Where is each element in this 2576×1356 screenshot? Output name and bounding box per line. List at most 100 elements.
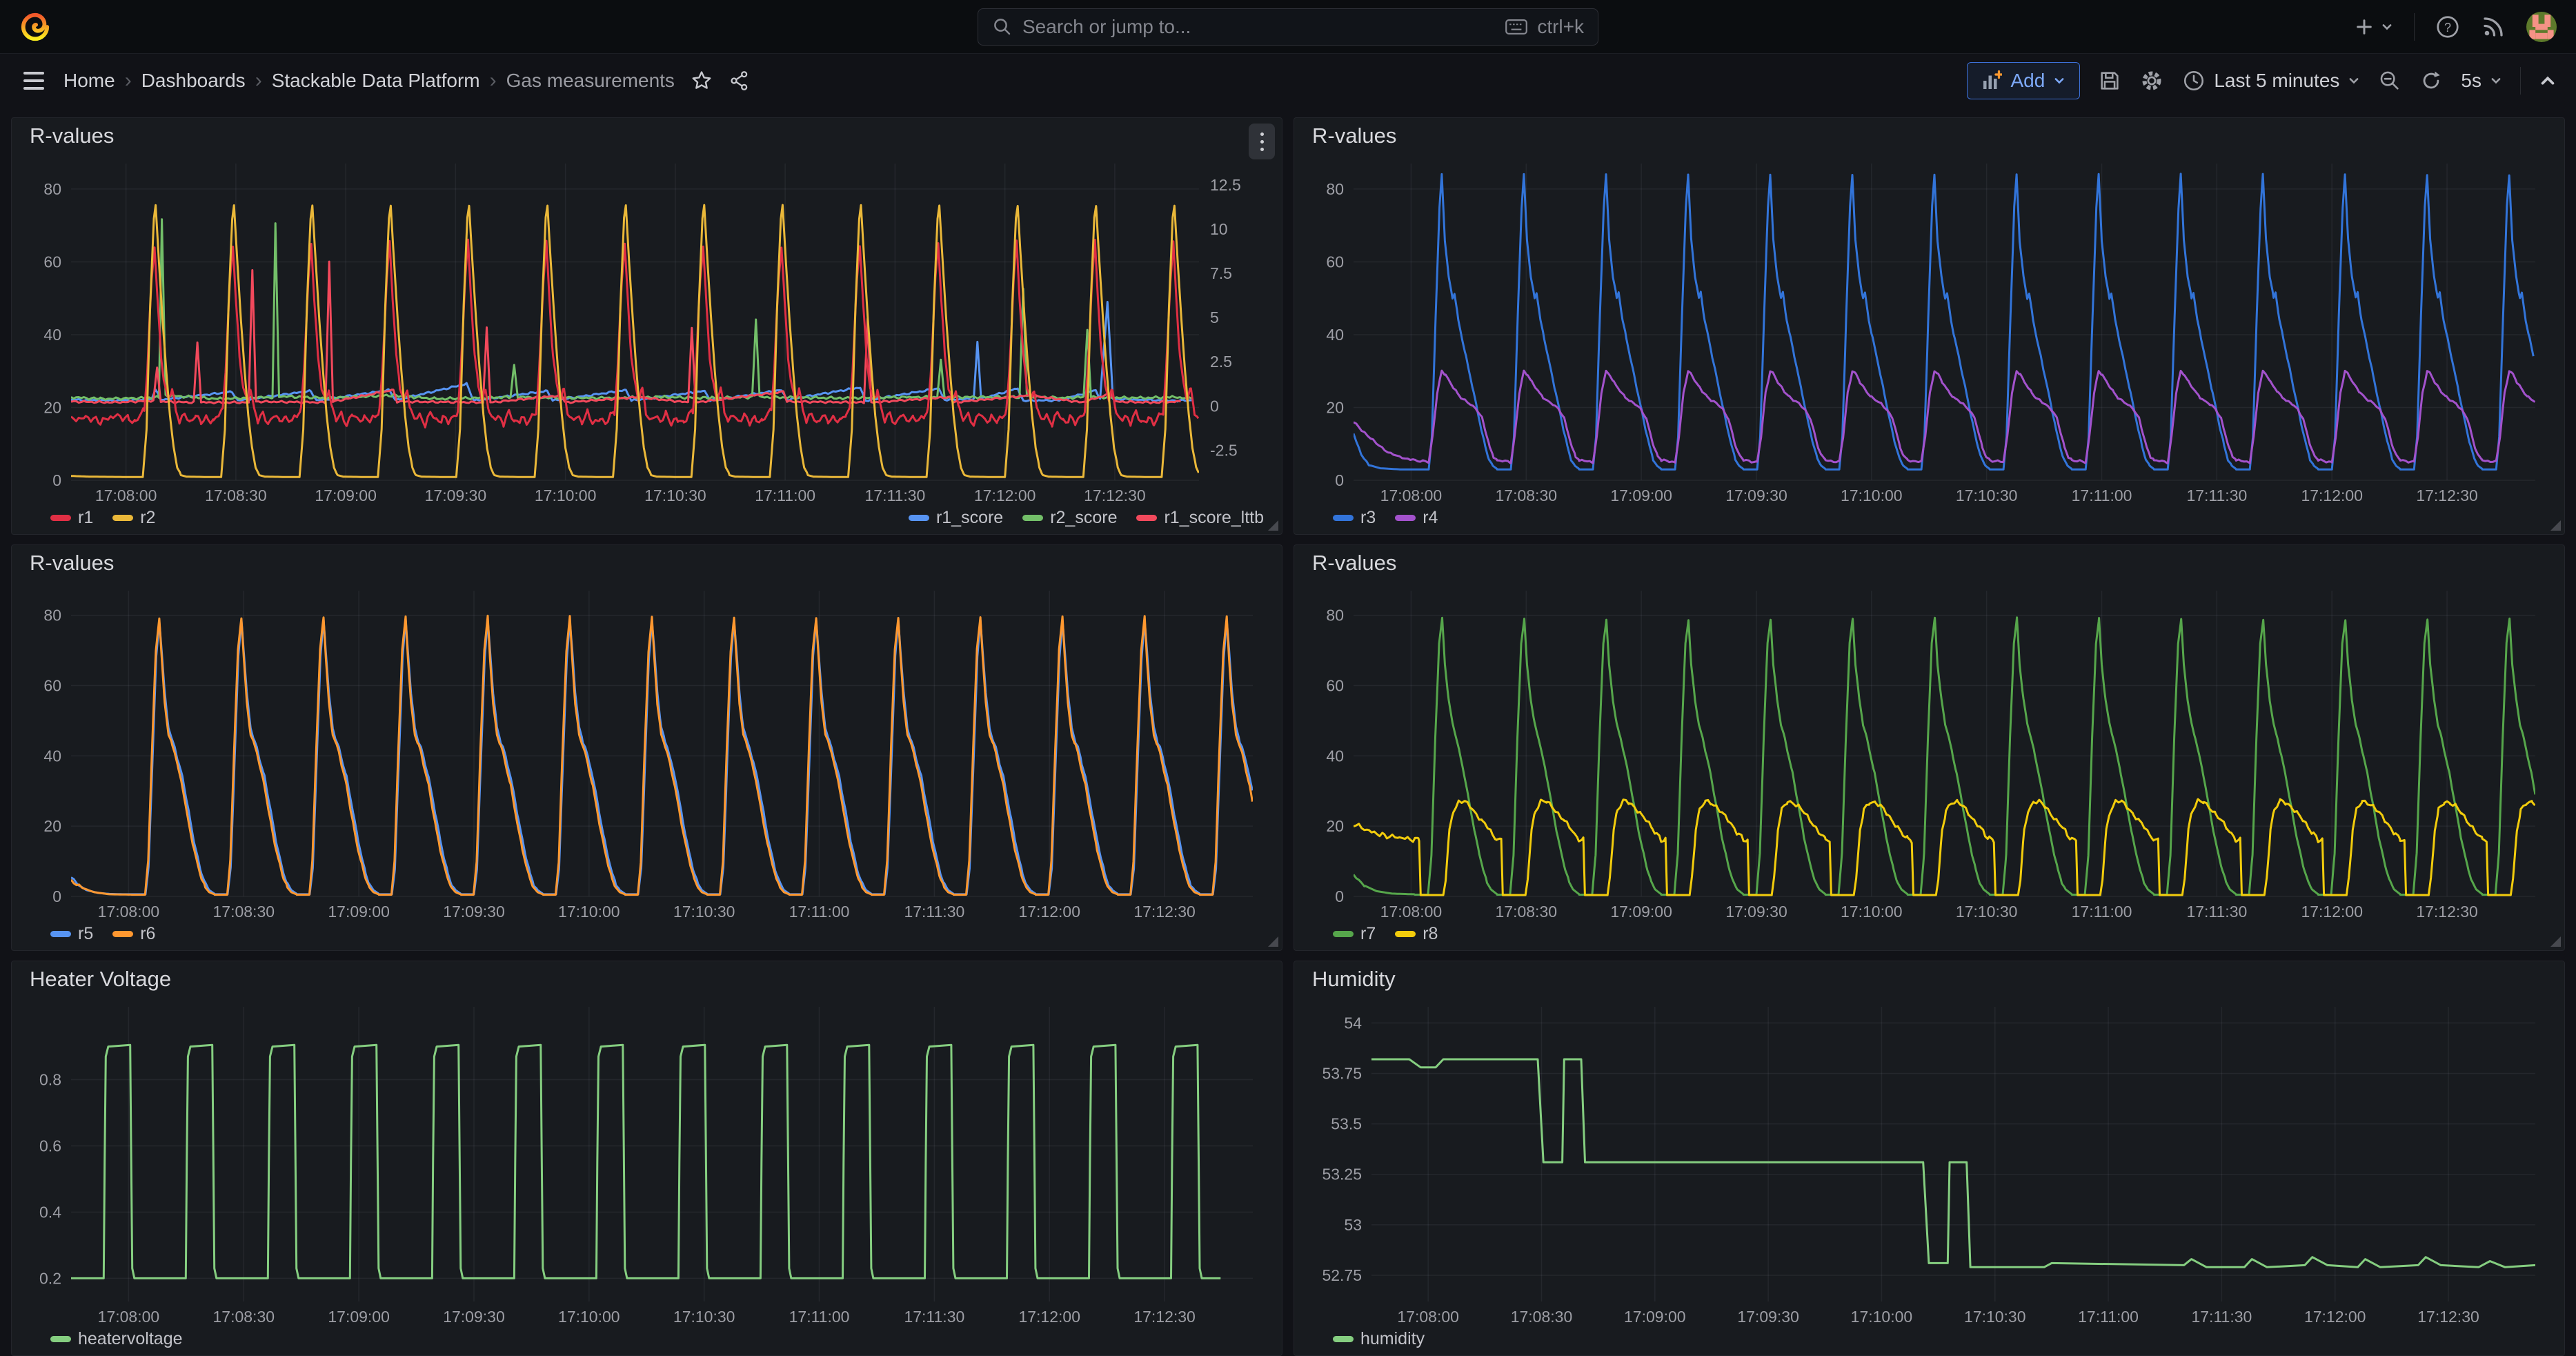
panel-heater-voltage: Heater Voltage17:08:0017:08:3017:09:0017… [11,961,1282,1356]
legend: heatervoltage [23,1328,1271,1355]
legend-item-r4[interactable]: r4 [1395,508,1438,528]
panel-title-humidity[interactable]: Humidity [1312,967,1396,992]
chart-svg: 17:08:0017:08:3017:09:0017:09:3017:10:00… [23,154,1271,507]
x-axis-tick: 17:10:30 [644,487,706,504]
x-axis-tick: 17:10:30 [1956,487,2018,504]
y2-axis-tick: 2.5 [1210,353,1232,371]
x-axis-tick: 17:09:00 [1624,1308,1686,1326]
chart-r-values-3[interactable]: 17:08:0017:08:3017:09:0017:09:3017:10:00… [23,581,1271,923]
x-axis-tick: 17:10:30 [673,1308,735,1326]
new-button[interactable] [2353,16,2393,38]
x-axis-tick: 17:11:00 [755,487,815,504]
series-line-r6 [71,616,1252,894]
chart-r-values-1[interactable]: 17:08:0017:08:3017:09:0017:09:3017:10:00… [23,154,1271,507]
x-axis-tick: 17:12:00 [2304,1308,2366,1326]
x-axis-tick: 17:08:30 [1496,487,1558,504]
chevron-up-icon [2539,72,2557,90]
panel-title-r-values-4[interactable]: R-values [1312,551,1396,576]
chart-r-values-2[interactable]: 17:08:0017:08:3017:09:0017:09:3017:10:00… [1305,154,2553,507]
panel-title-r-values-1[interactable]: R-values [30,124,114,148]
news-button[interactable] [2481,14,2506,39]
legend: r3 r4 [1305,507,2553,534]
legend-item-r2[interactable]: r2 [112,508,155,528]
legend-swatch [112,515,133,521]
collapse-toolbar-button[interactable] [2539,72,2557,90]
legend-label: r6 [140,924,155,944]
legend-group-left: r5 r6 [50,924,155,944]
add-panel-button[interactable]: Add [1967,62,2080,99]
legend-label: r5 [78,924,93,944]
refresh-button[interactable] [2419,69,2443,92]
zoom-out-button[interactable] [2378,69,2401,92]
x-axis-tick: 17:12:00 [2301,487,2363,504]
legend-item-r2_score[interactable]: r2_score [1022,508,1117,528]
x-axis-tick: 17:09:30 [443,1308,505,1326]
legend-item-humidity[interactable]: humidity [1333,1329,1425,1349]
breadcrumb: Home › Dashboards › Stackable Data Platf… [63,69,675,92]
legend-swatch [909,515,929,521]
panel-menu-button[interactable] [1249,124,1275,159]
legend-label: r2 [140,508,155,528]
x-axis-tick: 17:10:30 [673,903,735,921]
x-axis-tick: 17:11:00 [2072,487,2132,504]
dashboard-settings-button[interactable] [2139,68,2164,93]
legend-item-r7[interactable]: r7 [1333,924,1376,944]
chart-humidity[interactable]: 17:08:0017:08:3017:09:0017:09:3017:10:00… [1305,997,2553,1328]
grafana-logo[interactable] [19,11,51,43]
legend-item-r6[interactable]: r6 [112,924,155,944]
x-axis-tick: 17:10:00 [535,487,597,504]
y-axis-tick: 40 [1326,326,1344,344]
refresh-interval-picker[interactable]: 5s [2461,70,2502,92]
y-axis-tick: 53.75 [1322,1065,1362,1083]
y-axis-tick: 20 [43,398,61,416]
favorite-button[interactable] [690,69,713,92]
x-axis-tick: 17:12:00 [1018,1308,1080,1326]
panel-title-r-values-2[interactable]: R-values [1312,124,1396,148]
legend-item-r1[interactable]: r1 [50,508,93,528]
legend-item-r1_score[interactable]: r1_score [909,508,1003,528]
menu-button[interactable] [19,68,48,94]
legend-item-r1_score_lttb[interactable]: r1_score_lttb [1136,508,1264,528]
x-axis-tick: 17:09:00 [1610,903,1672,921]
chevron-down-icon [2490,75,2502,87]
x-axis-tick: 17:10:30 [1956,903,2018,921]
y2-axis-tick: 12.5 [1210,176,1241,194]
legend-item-r8[interactable]: r8 [1395,924,1438,944]
legend-item-r3[interactable]: r3 [1333,508,1376,528]
save-dashboard-button[interactable] [2098,69,2121,92]
search-input[interactable]: Search or jump to... ctrl+k [978,8,1598,46]
panel-r-values-4: R-values17:08:0017:08:3017:09:0017:09:30… [1294,544,2565,951]
x-axis-tick: 17:08:30 [1496,903,1558,921]
breadcrumb-home[interactable]: Home [63,70,115,92]
x-axis-tick: 17:08:00 [1380,903,1443,921]
time-range-picker[interactable]: Last 5 minutes [2182,69,2360,92]
x-axis-tick: 17:12:30 [2416,903,2478,921]
legend-label: r4 [1423,508,1438,528]
user-avatar[interactable] [2526,12,2557,42]
panel-row-2: R-values 17:08:0017:08:3017:09:0017:09:30… [11,544,2565,951]
chevron-right-icon: › [490,69,497,92]
x-axis-tick: 17:08:00 [98,1308,160,1326]
share-button[interactable] [729,70,751,92]
help-button[interactable]: ? [2435,14,2460,39]
x-axis-tick: 17:09:30 [425,487,487,504]
x-axis-tick: 17:12:00 [1018,903,1080,921]
panel-header: Humidity [1305,961,2553,997]
y-axis-tick: 0.8 [39,1071,61,1089]
y-axis-tick: 80 [1326,607,1344,625]
chart-heater-voltage[interactable]: 17:08:0017:08:3017:09:0017:09:3017:10:00… [23,997,1271,1328]
legend-item-heatervoltage[interactable]: heatervoltage [50,1329,183,1349]
x-axis-tick: 17:08:30 [213,1308,275,1326]
y-axis-tick: 54 [1344,1014,1362,1032]
panel-title-heater-voltage[interactable]: Heater Voltage [30,967,171,992]
legend-item-r5[interactable]: r5 [50,924,93,944]
dashboard-toolbar: Home › Dashboards › Stackable Data Platf… [0,54,2576,108]
breadcrumb-dashboards[interactable]: Dashboards [141,70,246,92]
y-axis-tick: 80 [1326,180,1344,198]
nav-divider [2414,13,2415,41]
breadcrumb-folder[interactable]: Stackable Data Platform [272,70,480,92]
chart-r-values-4[interactable]: 17:08:0017:08:3017:09:0017:09:3017:10:00… [1305,581,2553,923]
panel-title-r-values-3[interactable]: R-values [30,551,114,576]
y-axis-tick: 0 [52,887,61,905]
y-axis-tick: 60 [1326,676,1344,694]
